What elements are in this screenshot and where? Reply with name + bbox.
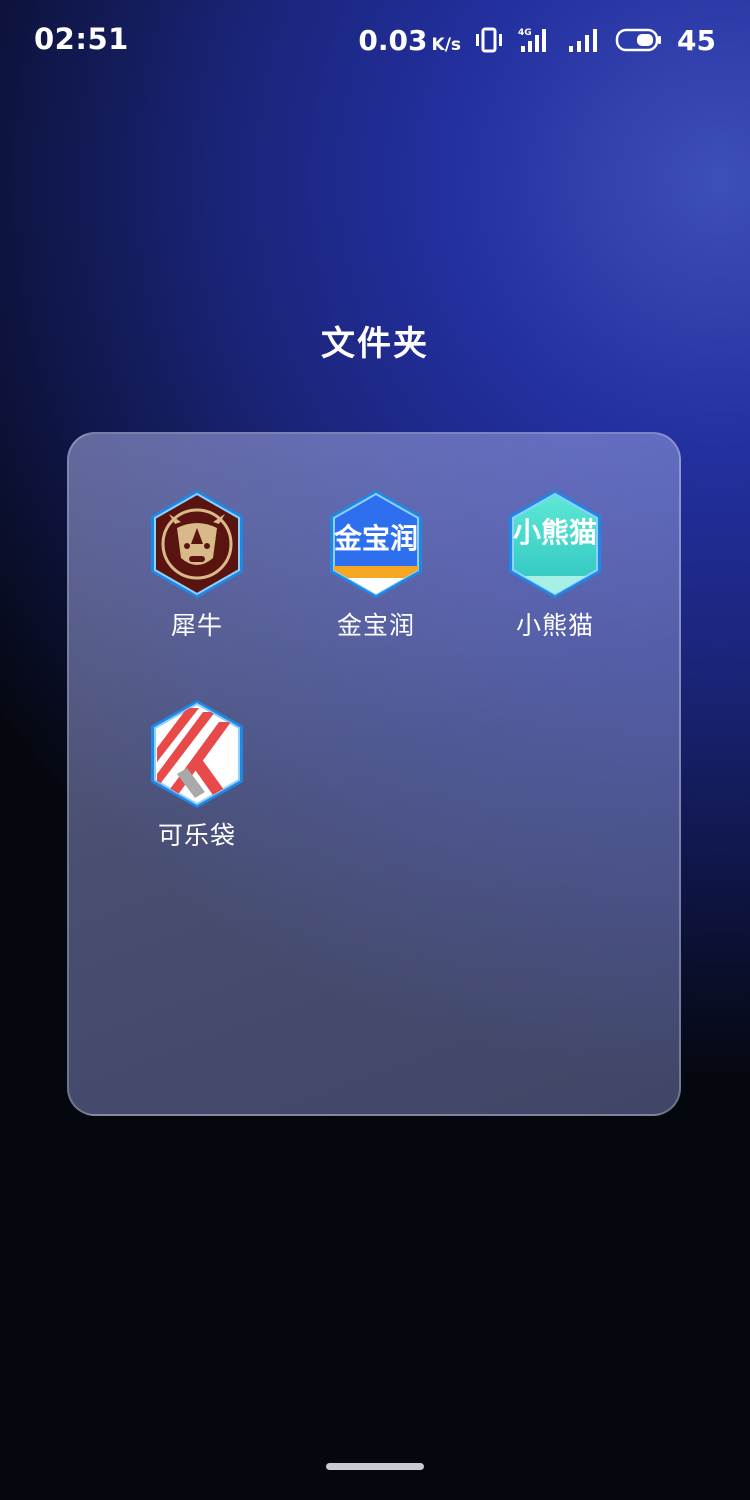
status-bar: 02:51 0.03 K/s 4G 45 [0,0,750,80]
network-speed-value: 0.03 [358,23,428,57]
folder-panel: 犀牛 金宝润 金宝润 小熊猫 小熊猫 可乐袋 [67,432,681,1116]
app-jinbaorun[interactable]: 金宝润 金宝润 [306,488,446,642]
network-speed-unit: K/s [431,34,462,55]
signal-4g-icon: 4G [517,26,553,54]
app-label: 可乐袋 [157,821,236,850]
app-label: 小熊猫 [515,611,594,640]
app-keledai[interactable]: 可乐袋 [127,698,267,852]
jinbaorun-icon-text: 金宝润 [333,522,418,555]
signal-icon [567,26,601,54]
battery-level: 45 [677,23,716,57]
network-type-label: 4G [518,28,532,38]
rhino-icon [151,490,243,598]
status-icons: 0.03 K/s 4G 45 [358,22,716,58]
app-rhino[interactable]: 犀牛 [127,488,267,642]
vibrate-icon [475,27,503,53]
xiaoxiongmao-icon: 小熊猫 [509,490,601,598]
network-speed: 0.03 K/s [358,24,461,57]
jinbaorun-icon: 金宝润 [330,490,422,598]
app-label: 金宝润 [336,611,415,640]
status-time: 02:51 [34,22,129,56]
home-indicator[interactable] [326,1463,424,1470]
folder-title[interactable]: 文件夹 [0,316,750,365]
xiaoxiongmao-icon-text: 小熊猫 [513,516,597,549]
keledai-icon [151,700,243,808]
app-xiaoxiongmao[interactable]: 小熊猫 小熊猫 [485,488,625,642]
battery-icon [615,27,663,53]
app-label: 犀牛 [170,611,223,640]
